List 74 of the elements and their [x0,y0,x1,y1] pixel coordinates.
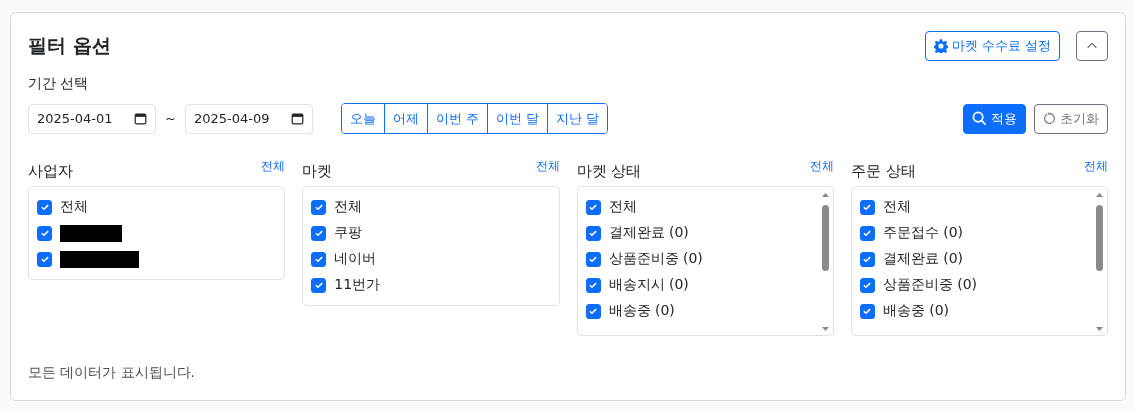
checkmark-icon [588,254,598,264]
status-text: 모든 데이터가 표시됩니다. [28,364,196,382]
select-all-link[interactable]: 전체 [535,158,560,175]
checkbox-label: 전체 [334,198,363,216]
date-field[interactable]: 2025-04-01 [28,103,156,134]
checkmark-icon [588,306,598,316]
group-title: 마켓 [302,162,333,181]
checkmark-icon [39,228,50,238]
checkmark-icon [588,228,598,238]
group-title: 주문 상태 [850,162,916,181]
settings-icon [933,39,948,53]
select-all-link[interactable]: 전체 [261,158,286,175]
checkmark-icon [862,280,873,290]
checkbox[interactable] [37,225,52,241]
date-field[interactable]: 2025-04-09 [184,103,313,134]
checkbox-label: 배송중 (0) [608,302,675,320]
checkbox[interactable] [37,251,52,267]
checkbox-label: 결제완료 (0) [608,224,689,242]
checkbox[interactable] [859,303,875,319]
checkbox-label: 결제완료 (0) [882,250,964,268]
checkbox-label: 전체 [60,198,88,216]
checkmark-icon [862,306,873,316]
checkbox[interactable] [585,199,601,215]
checkbox[interactable] [859,225,875,241]
checkbox-label: 전체 [882,198,911,216]
checkbox[interactable] [311,277,327,293]
quick-range-button[interactable]: 지난 달 [547,104,608,133]
checkbox-label: 상품준비중 (0) [608,250,703,268]
group-title: 사업자 [28,162,73,181]
redacted-label [60,224,122,242]
checkmark-icon [862,202,873,212]
checkbox[interactable] [859,277,875,293]
checkbox[interactable] [585,303,601,319]
checkmark-icon [588,202,598,212]
apply-button[interactable]: 적용 [963,103,1026,134]
range-separator: ~ [165,111,176,126]
collapse-button[interactable] [1076,31,1108,61]
checkmark-icon [862,254,873,264]
group-title: 마켓 상태 [576,162,642,181]
checkbox-label: 전체 [608,198,637,216]
search-icon [972,111,987,126]
select-all-link[interactable]: 전체 [1084,158,1108,175]
checkbox[interactable] [859,199,875,215]
calendar-icon[interactable] [134,112,147,125]
checkbox[interactable] [585,251,601,267]
fee-settings-button[interactable]: 마켓 수수료 설정 [924,31,1060,61]
reset-icon [1043,112,1056,125]
checkmark-icon [39,202,50,212]
checkmark-icon [313,254,324,264]
checkbox[interactable] [585,277,601,293]
reset-button[interactable]: 초기화 [1034,103,1108,134]
checkbox[interactable] [585,225,601,241]
panel-title: 필터 옵션 [28,33,111,58]
checkbox-label: 쿠팡 [334,224,363,242]
checkbox[interactable] [859,251,875,267]
calendar-icon[interactable] [290,112,304,125]
checkmark-icon [39,254,50,264]
checkbox[interactable] [311,199,327,215]
checkmark-icon [313,228,324,238]
period-label: 기간 선택 [28,75,90,93]
checkbox-label: 배송중 (0) [882,302,950,320]
checkmark-icon [313,280,324,290]
select-all-link[interactable]: 전체 [809,158,834,175]
checkbox-label: 상품준비중 (0) [882,276,978,294]
checkbox-label: 11번가 [334,276,381,294]
checkmark-icon [588,280,598,290]
checkbox[interactable] [37,199,52,215]
checkbox[interactable] [311,225,327,241]
checkbox-label: 배송지시 (0) [608,276,689,294]
checkmark-icon [313,202,324,212]
checkbox[interactable] [311,251,327,267]
checkmark-icon [862,228,873,238]
checkbox-label: 주문접수 (0) [882,224,964,242]
checkbox-label: 네이버 [334,250,377,268]
